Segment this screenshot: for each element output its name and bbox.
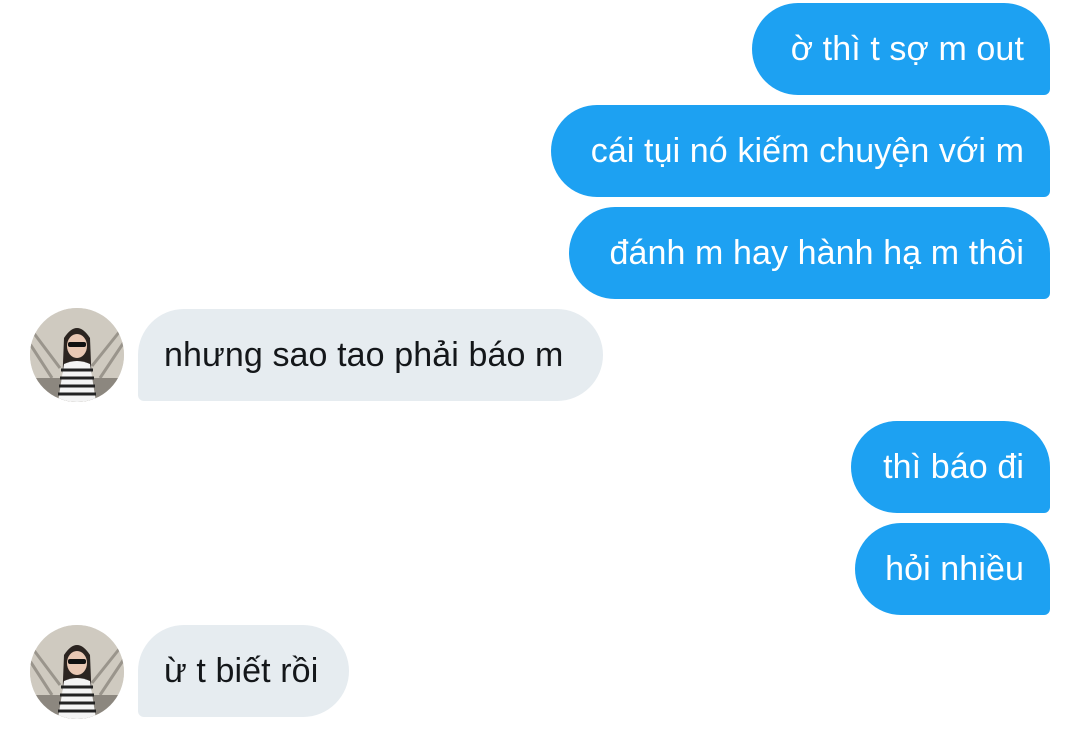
message-bubble-incoming[interactable]: ừ t biết rồi bbox=[138, 625, 349, 717]
message-bubble-outgoing[interactable]: cái tụi nó kiếm chuyện với m bbox=[551, 105, 1050, 197]
conversation-view: ờ thì t sợ m out cái tụi nó kiếm chuyện … bbox=[0, 0, 1080, 734]
message-bubble-incoming[interactable]: nhưng sao tao phải báo m bbox=[138, 309, 603, 401]
contact-avatar[interactable] bbox=[30, 625, 124, 719]
message-text: thì báo đi bbox=[883, 447, 1024, 486]
message-bubble-outgoing[interactable]: thì báo đi bbox=[851, 421, 1050, 513]
message-text: ờ thì t sợ m out bbox=[790, 29, 1024, 68]
avatar-photo-icon bbox=[30, 625, 124, 719]
message-bubble-outgoing[interactable]: hỏi nhiều bbox=[855, 523, 1050, 615]
message-bubble-outgoing[interactable]: ờ thì t sợ m out bbox=[752, 3, 1050, 95]
message-text: ừ t biết rồi bbox=[164, 651, 319, 690]
avatar-photo-icon bbox=[30, 308, 124, 402]
message-text: cái tụi nó kiếm chuyện với m bbox=[590, 131, 1024, 170]
message-bubble-outgoing[interactable]: đánh m hay hành hạ m thôi bbox=[569, 207, 1050, 299]
message-text: hỏi nhiều bbox=[885, 549, 1024, 588]
message-text: đánh m hay hành hạ m thôi bbox=[609, 233, 1024, 272]
message-text: nhưng sao tao phải báo m bbox=[164, 335, 564, 374]
contact-avatar[interactable] bbox=[30, 308, 124, 402]
